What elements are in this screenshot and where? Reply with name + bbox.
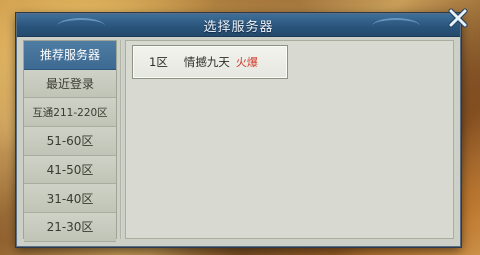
close-icon: [448, 8, 468, 28]
server-status-badge: 火爆: [235, 56, 258, 69]
server-list-panel: 1区 情撼九天 火爆: [125, 40, 454, 239]
dialog-body: 推荐服务器 最近登录 互通211-220区 51-60区 41-50区 31-4…: [23, 40, 454, 242]
sidebar-item-label: 互通211-220区: [32, 106, 108, 119]
sidebar-item-label: 21-30区: [46, 220, 94, 235]
sidebar-item-31-40[interactable]: 31-40区: [24, 184, 116, 214]
server-select-dialog: 选择服务器 推荐服务器 最近登录 互通211-220区 51-60区 41-50…: [16, 8, 468, 247]
sidebar-item-label: 推荐服务器: [39, 48, 100, 63]
sidebar-item-41-50[interactable]: 41-50区: [24, 155, 116, 185]
sidebar-item-51-60[interactable]: 51-60区: [24, 127, 116, 156]
server-name: 情撼九天: [183, 55, 230, 69]
close-button[interactable]: [444, 4, 472, 32]
sidebar-item-recommended[interactable]: 推荐服务器: [24, 41, 116, 70]
panel-divider: [120, 40, 122, 239]
sidebar-item-recent-login[interactable]: 最近登录: [24, 69, 116, 99]
sidebar-item-label: 31-40区: [46, 191, 94, 206]
dialog-title: 选择服务器: [203, 19, 274, 35]
sidebar-item-label: 51-60区: [46, 134, 94, 149]
dialog-titlebar: 选择服务器: [17, 14, 460, 37]
server-entry[interactable]: 1区 情撼九天 火爆: [132, 45, 288, 79]
sidebar-item-21-30[interactable]: 21-30区: [24, 213, 116, 242]
sidebar-item-interop-211-220[interactable]: 互通211-220区: [24, 98, 116, 128]
sidebar-item-label: 最近登录: [45, 77, 94, 92]
sidebar-item-label: 41-50区: [46, 163, 94, 178]
server-zone: 1区: [149, 55, 168, 69]
server-group-sidebar: 推荐服务器 最近登录 互通211-220区 51-60区 41-50区 31-4…: [23, 40, 117, 242]
